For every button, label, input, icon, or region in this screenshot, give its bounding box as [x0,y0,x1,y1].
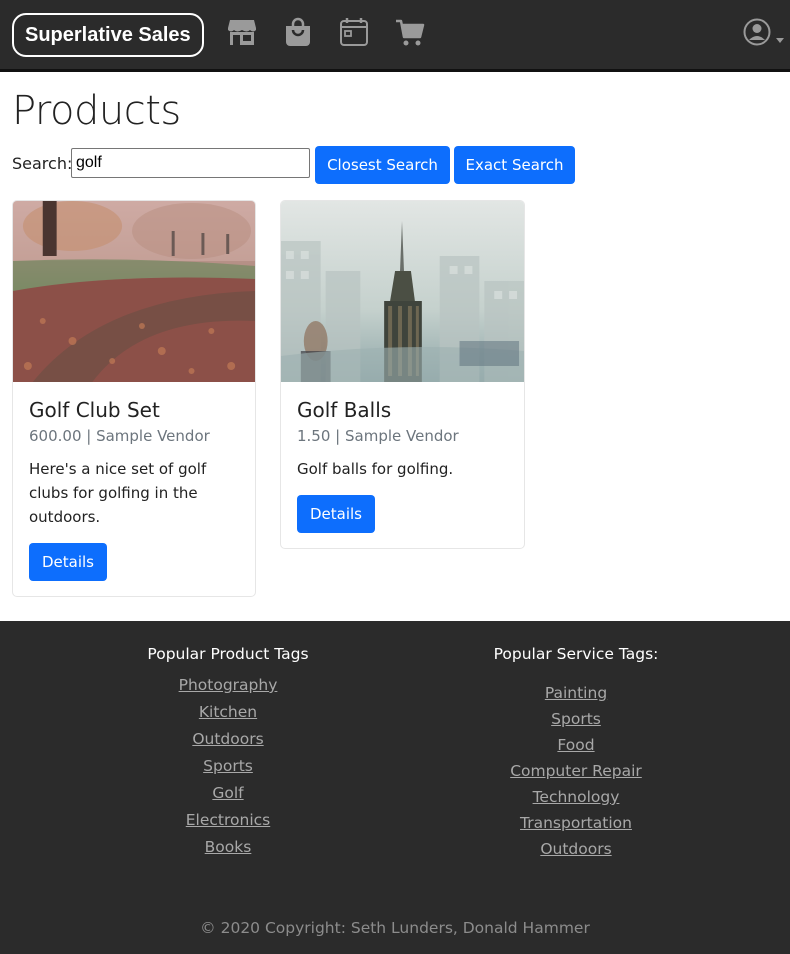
tag-link[interactable]: Photography [179,676,278,694]
tag-link[interactable]: Kitchen [199,703,257,721]
tag-link[interactable]: Sports [203,757,253,775]
product-description: Golf balls for golfing. [297,460,454,478]
cart-icon[interactable] [394,16,426,48]
tag-link[interactable]: Electronics [186,811,270,829]
product-image [13,201,255,382]
brand-button[interactable]: Superlative Sales [12,13,204,57]
user-circle-icon[interactable] [742,17,772,47]
product-description: Here's a nice set of golf clubs for golf… [29,460,207,526]
product-price-vendor: 1.50 | Sample Vendor [297,427,459,445]
store-icon[interactable] [226,16,258,48]
product-image [281,201,524,382]
tag-link[interactable]: Computer Repair [510,762,642,780]
product-title: Golf Club Set [29,398,160,422]
product-title: Golf Balls [297,398,392,422]
shopping-bag-icon[interactable] [282,16,314,48]
product-tag-list: Photography Kitchen Outdoors Sports Golf… [78,673,378,862]
search-label: Search: [12,154,73,173]
tag-link[interactable]: Golf [212,784,243,802]
tag-link[interactable]: Sports [551,710,601,728]
tag-link[interactable]: Technology [533,788,620,806]
product-tags-section: Popular Product Tags Photography Kitchen… [78,643,378,862]
tag-link[interactable]: Painting [545,684,607,702]
details-button[interactable]: Details [297,495,375,533]
product-price-vendor: 600.00 | Sample Vendor [29,427,210,445]
product-card: Golf Club Set 600.00 | Sample Vendor Her… [12,200,256,597]
product-card: Golf Balls 1.50 | Sample Vendor Golf bal… [280,200,525,549]
service-tags-section: Popular Service Tags: Painting Sports Fo… [426,643,726,863]
search-input[interactable] [71,148,310,178]
details-button[interactable]: Details [29,543,107,581]
page-title: Products [12,88,181,134]
tag-link[interactable]: Books [205,838,252,856]
copyright-text: © 2020 Copyright: Seth Lunders, Donald H… [200,919,590,937]
tag-link[interactable]: Outdoors [192,730,263,748]
tag-link[interactable]: Outdoors [540,840,611,858]
tag-link[interactable]: Transportation [520,814,632,832]
closest-search-button[interactable]: Closest Search [315,146,450,184]
exact-search-button[interactable]: Exact Search [454,146,575,184]
tag-link[interactable]: Food [557,736,594,754]
chevron-down-icon[interactable] [776,38,784,43]
calendar-icon[interactable] [338,16,370,48]
footer: Popular Product Tags Photography Kitchen… [0,621,790,954]
product-tags-heading: Popular Product Tags [147,645,309,663]
service-tags-heading: Popular Service Tags: [493,645,659,663]
service-tag-list: Painting Sports Food Computer Repair Tec… [426,681,726,863]
navbar: Superlative Sales [0,0,790,72]
